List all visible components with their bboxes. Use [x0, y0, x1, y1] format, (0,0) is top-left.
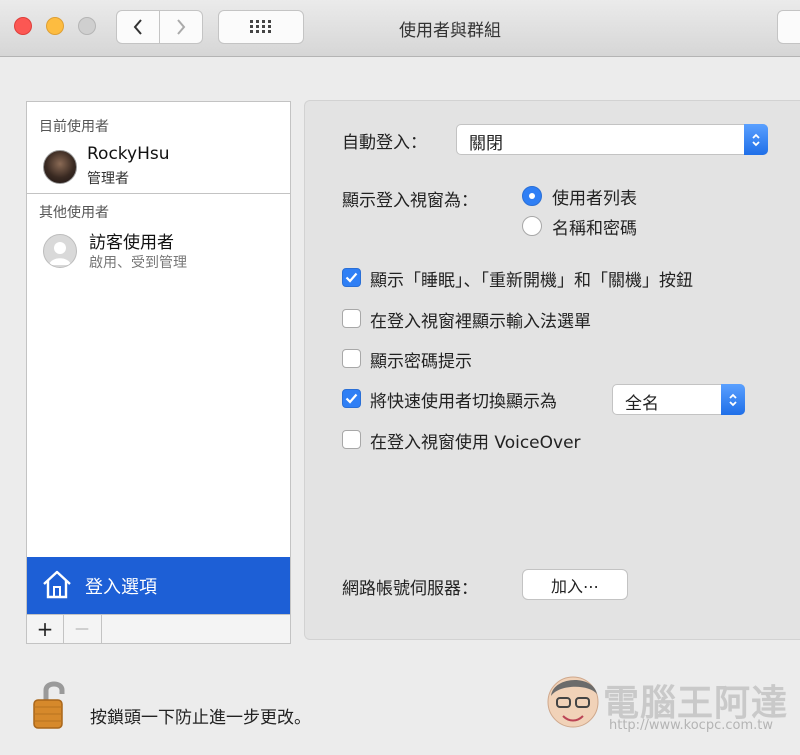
- current-user-role: 管理者: [87, 171, 129, 187]
- mascot-logo: [547, 676, 599, 728]
- show-all-button[interactable]: [218, 10, 304, 44]
- avatar: [43, 150, 77, 184]
- guest-user-name: 訪客使用者: [89, 233, 174, 253]
- divider: [27, 193, 290, 194]
- guest-user-row[interactable]: 訪客使用者 啟用、受到管理: [27, 224, 290, 280]
- current-user-name: RockyHsu: [87, 144, 170, 164]
- add-user-button[interactable]: +: [27, 615, 64, 643]
- chevron-left-icon: [133, 19, 142, 35]
- user-list: 目前使用者 RockyHsu 管理者 其他使用者 訪客使用者 啟用、受到管理: [26, 101, 291, 615]
- zoom-button[interactable]: [78, 17, 96, 35]
- auto-login-value: 關閉: [469, 134, 503, 154]
- checkbox-input-menu-label: 在登入視窗裡顯示輸入法選單: [370, 312, 591, 332]
- checkbox-fast-switch-label: 將快速使用者切換顯示為: [370, 392, 557, 412]
- radio-off-icon: [522, 216, 542, 236]
- current-users-label: 目前使用者: [39, 119, 109, 135]
- window-title: 使用者與群組: [399, 21, 501, 41]
- checkbox-checked-icon: [342, 268, 361, 287]
- chevron-updown-icon: [721, 384, 745, 415]
- close-button[interactable]: [14, 17, 32, 35]
- checkbox-sleep-label: 顯示「睡眠」、「重新開機」和「關機」按鈕: [370, 271, 693, 291]
- lock-icon[interactable]: [28, 676, 76, 730]
- grid-icon: [250, 20, 271, 33]
- guest-avatar-icon: [43, 234, 77, 268]
- checkbox-input-menu[interactable]: 在登入視窗裡顯示輸入法選單: [342, 307, 762, 332]
- remove-user-button[interactable]: —: [63, 615, 102, 643]
- current-user-row[interactable]: RockyHsu 管理者: [27, 140, 290, 192]
- minimize-button[interactable]: [46, 17, 64, 35]
- title-bar: 使用者與群組: [0, 0, 800, 57]
- network-server-label: 網路帳號伺服器：: [342, 579, 478, 599]
- fast-switch-select[interactable]: 全名: [612, 384, 745, 415]
- radio-users-list[interactable]: 使用者列表: [522, 184, 722, 210]
- radio-name-password-label: 名稱和密碼: [552, 219, 637, 239]
- house-icon: [43, 570, 71, 599]
- forward-button[interactable]: [159, 10, 203, 44]
- search-field-edge[interactable]: [777, 10, 800, 44]
- checkbox-unchecked-icon: [342, 309, 361, 328]
- auto-login-select[interactable]: 關閉: [456, 124, 768, 155]
- lock-instructions: 按鎖頭一下防止進一步更改。: [90, 708, 311, 728]
- watermark-url: http://www.kocpc.com.tw: [609, 718, 773, 733]
- checkbox-unchecked-icon: [342, 430, 361, 449]
- checkbox-checked-icon: [342, 389, 361, 408]
- checkbox-fast-user-switching[interactable]: 將快速使用者切換顯示為: [342, 387, 604, 412]
- display-login-as-label: 顯示登入視窗為：: [342, 191, 478, 211]
- other-users-label: 其他使用者: [39, 205, 109, 221]
- checkbox-voiceover-label: 在登入視窗使用 VoiceOver: [370, 433, 581, 453]
- sidebar-item-login-options[interactable]: 登入選項: [27, 557, 290, 614]
- checkbox-unchecked-icon: [342, 349, 361, 368]
- auto-login-label: 自動登入：: [342, 133, 427, 153]
- login-options-label: 登入選項: [85, 577, 157, 598]
- watermark: 電腦王阿達 http://www.kocpc.com.tw: [545, 668, 790, 738]
- add-remove-bar: + —: [26, 614, 291, 644]
- checkbox-sleep-restart-shutdown[interactable]: 顯示「睡眠」、「重新開機」和「關機」按鈕: [342, 266, 792, 291]
- checkbox-password-hints-label: 顯示密碼提示: [370, 352, 472, 372]
- back-button[interactable]: [116, 10, 160, 44]
- guest-user-status: 啟用、受到管理: [89, 255, 187, 271]
- join-button[interactable]: 加入⋯: [522, 569, 628, 600]
- radio-name-password[interactable]: 名稱和密碼: [522, 214, 722, 240]
- checkbox-password-hints[interactable]: 顯示密碼提示: [342, 347, 642, 372]
- checkbox-voiceover[interactable]: 在登入視窗使用 VoiceOver: [342, 428, 662, 453]
- radio-on-icon: [522, 186, 542, 206]
- chevron-updown-icon: [744, 124, 768, 155]
- chevron-right-icon: [177, 19, 186, 35]
- radio-users-list-label: 使用者列表: [552, 189, 637, 209]
- fast-switch-value: 全名: [625, 394, 659, 414]
